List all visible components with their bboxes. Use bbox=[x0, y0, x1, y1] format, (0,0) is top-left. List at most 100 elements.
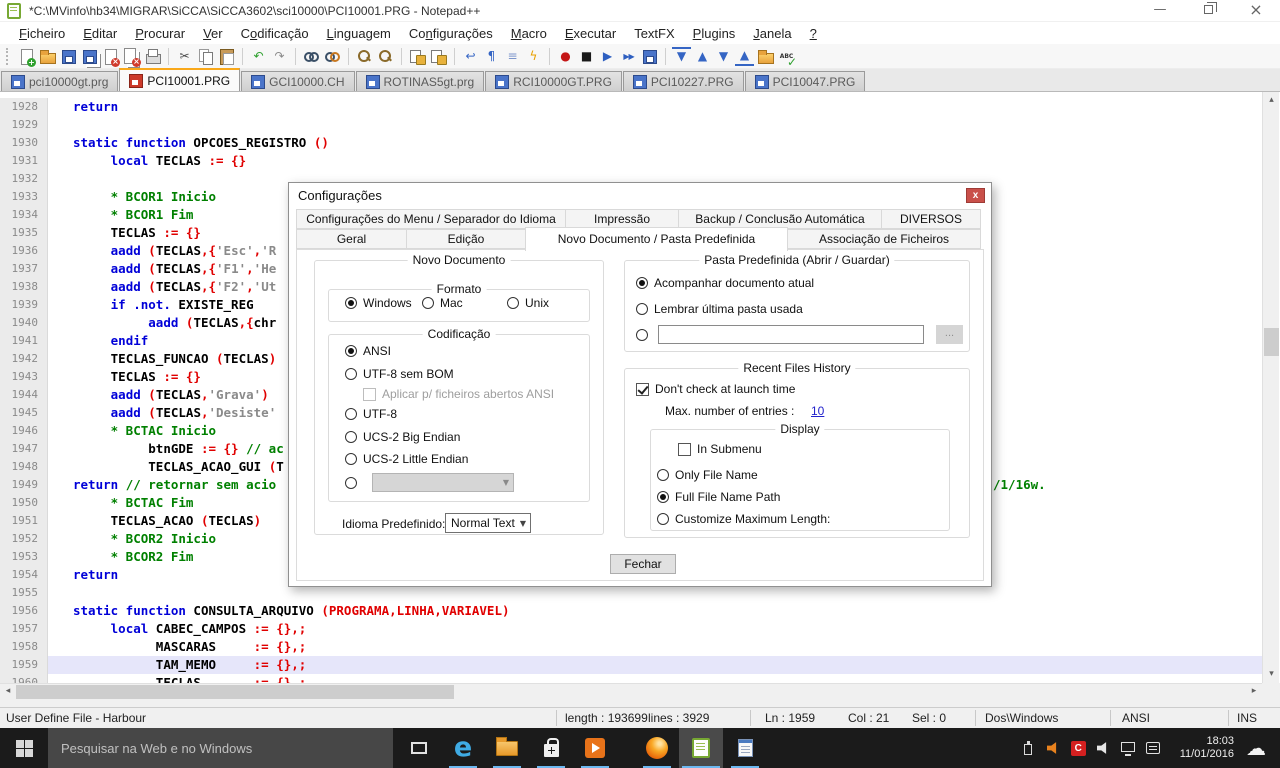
save-all-icon[interactable] bbox=[80, 47, 99, 66]
scroll-left-arrow-icon[interactable]: ◂ bbox=[0, 684, 16, 700]
vertical-scrollbar[interactable]: ▴ ▾ bbox=[1262, 92, 1279, 683]
macro-stop-icon[interactable]: ■ bbox=[577, 47, 596, 66]
horizontal-scrollbar[interactable]: ◂ ▸ bbox=[0, 683, 1262, 699]
notepad-taskbar-button[interactable] bbox=[723, 728, 767, 768]
radio-follow-current-document[interactable]: Acompanhar documento atual bbox=[636, 276, 814, 290]
zoom-out-icon[interactable] bbox=[376, 47, 395, 66]
file-tab-pci10227-prg[interactable]: PCI10227.PRG bbox=[623, 71, 744, 91]
radio-full-file-name-path[interactable]: Full File Name Path bbox=[657, 490, 780, 504]
radio-format-windows[interactable]: Windows bbox=[345, 296, 412, 310]
default-language-combobox[interactable]: Normal Text▼ bbox=[445, 513, 531, 533]
minimize-button[interactable]: — bbox=[1144, 0, 1176, 22]
function-completion-icon[interactable]: ϟ bbox=[524, 47, 543, 66]
onedrive-cloud-icon[interactable]: ☁ bbox=[1246, 736, 1266, 760]
taskbar-clock[interactable]: 18:03 11/01/2016 bbox=[1180, 735, 1234, 761]
show-all-characters-icon[interactable]: ¶ bbox=[482, 47, 501, 66]
file-tab-pci10000gt-prg[interactable]: pci10000gt.prg bbox=[1, 71, 118, 91]
radio-customize-maximum-length[interactable]: Customize Maximum Length: bbox=[657, 512, 830, 526]
notepad-plus-plus-taskbar-button[interactable] bbox=[679, 728, 723, 768]
menu-item-macro[interactable]: Macro bbox=[502, 24, 556, 43]
radio-format-mac[interactable]: Mac bbox=[422, 296, 463, 310]
folder-link-icon[interactable] bbox=[756, 47, 775, 66]
radio-format-unix[interactable]: Unix bbox=[507, 296, 549, 310]
file-tab-pci10001-prg[interactable]: PCI10001.PRG bbox=[119, 68, 240, 91]
radio-custom-folder[interactable] bbox=[636, 329, 648, 341]
custom-folder-input[interactable] bbox=[658, 325, 924, 344]
radio-encoding-other[interactable] bbox=[345, 477, 357, 489]
restore-button[interactable] bbox=[1192, 0, 1224, 22]
radio-encoding-ansi[interactable]: ANSI bbox=[345, 344, 391, 358]
paste-icon[interactable] bbox=[217, 47, 236, 66]
file-tab-pci10047-prg[interactable]: PCI10047.PRG bbox=[745, 71, 866, 91]
settings-tab-configura-es-do-menu-separador-do-idioma[interactable]: Configurações do Menu / Separador do Idi… bbox=[296, 209, 566, 229]
audio-app-tray-button[interactable] bbox=[1041, 728, 1066, 768]
browse-folder-button[interactable]: ... bbox=[936, 325, 963, 344]
sync-horizontal-icon[interactable] bbox=[429, 47, 448, 66]
radio-encoding-utf8[interactable]: UTF-8 bbox=[345, 407, 397, 421]
find-icon[interactable] bbox=[302, 47, 321, 66]
dialog-close-button[interactable]: x bbox=[966, 188, 985, 203]
settings-tab-impress-o[interactable]: Impressão bbox=[565, 209, 679, 229]
file-tab-rotinas5gt-prg[interactable]: ROTINAS5gt.prg bbox=[356, 71, 485, 91]
task-view-taskbar-button[interactable] bbox=[397, 728, 441, 768]
macro-record-icon[interactable]: ● bbox=[556, 47, 575, 66]
radio-encoding-ucs2-big-endian[interactable]: UCS-2 Big Endian bbox=[345, 430, 460, 444]
sync-vertical-icon[interactable] bbox=[408, 47, 427, 66]
file-tab-gci10000-ch[interactable]: GCI10000.CH bbox=[241, 71, 354, 91]
menu-item-editar[interactable]: Editar bbox=[74, 24, 126, 43]
settings-tab-associa-o-de-ficheiros[interactable]: Associação de Ficheiros bbox=[787, 229, 981, 249]
menu-item-janela[interactable]: Janela bbox=[744, 24, 800, 43]
scroll-up-arrow-icon[interactable]: ▴ bbox=[1263, 92, 1280, 109]
close-all-icon[interactable] bbox=[122, 47, 141, 66]
jump-top-icon[interactable]: ▼ bbox=[672, 47, 691, 66]
fechar-button[interactable]: Fechar bbox=[610, 554, 676, 574]
menu-item-executar[interactable]: Executar bbox=[556, 24, 625, 43]
menu-item-ficheiro[interactable]: Ficheiro bbox=[10, 24, 74, 43]
firefox-taskbar-button[interactable] bbox=[635, 728, 679, 768]
settings-tab-edi-o[interactable]: Edição bbox=[406, 229, 526, 249]
close-button[interactable]: × bbox=[1240, 0, 1272, 22]
settings-tab-backup-conclus-o-autom-tica[interactable]: Backup / Conclusão Automática bbox=[678, 209, 882, 229]
macro-save-icon[interactable] bbox=[640, 47, 659, 66]
scroll-right-arrow-icon[interactable]: ▸ bbox=[1246, 684, 1262, 700]
macro-play-icon[interactable]: ▶ bbox=[598, 47, 617, 66]
start-button[interactable] bbox=[0, 728, 48, 768]
open-file-icon[interactable] bbox=[38, 47, 57, 66]
undo-icon[interactable]: ↶ bbox=[249, 47, 268, 66]
action-center-tray-button[interactable] bbox=[1141, 728, 1166, 768]
checkbox-apply-open-ansi[interactable]: Aplicar p/ ficheiros abertos ANSI bbox=[363, 387, 554, 401]
close-icon[interactable] bbox=[101, 47, 120, 66]
cut-icon[interactable]: ✂ bbox=[175, 47, 194, 66]
menu-item-linguagem[interactable]: Linguagem bbox=[318, 24, 400, 43]
taskbar-search[interactable]: Pesquisar na Web e no Windows bbox=[48, 728, 393, 768]
word-wrap-icon[interactable]: ↩ bbox=[461, 47, 480, 66]
settings-tab-diversos[interactable]: DIVERSOS bbox=[881, 209, 981, 229]
antivirus-tray-button[interactable]: C bbox=[1066, 728, 1091, 768]
edge-taskbar-button[interactable]: e bbox=[441, 728, 485, 768]
file-explorer-taskbar-button[interactable] bbox=[485, 728, 529, 768]
settings-tab-novo-documento-pasta-predefinida[interactable]: Novo Documento / Pasta Predefinida bbox=[525, 227, 788, 251]
menu-item-configura-es[interactable]: Configurações bbox=[400, 24, 502, 43]
max-entries-value[interactable]: 10 bbox=[811, 404, 824, 418]
media-player-taskbar-button[interactable] bbox=[573, 728, 617, 768]
file-tab-rci10000gt-prg[interactable]: RCI10000GT.PRG bbox=[485, 71, 622, 91]
new-file-icon[interactable] bbox=[17, 47, 36, 66]
indent-guide-icon[interactable]: ≡ bbox=[503, 47, 522, 66]
scroll-down-arrow-icon[interactable]: ▾ bbox=[1263, 666, 1280, 683]
horizontal-scroll-thumb[interactable] bbox=[16, 685, 454, 699]
vertical-scroll-thumb[interactable] bbox=[1264, 328, 1279, 356]
network-tray-button[interactable] bbox=[1116, 728, 1141, 768]
redo-icon[interactable]: ↷ bbox=[270, 47, 289, 66]
radio-encoding-ucs2-little-endian[interactable]: UCS-2 Little Endian bbox=[345, 452, 468, 466]
move-down-icon[interactable]: ▼ bbox=[714, 47, 733, 66]
spell-check-icon[interactable]: ABC bbox=[777, 47, 796, 66]
usb-tray-button[interactable] bbox=[1016, 728, 1041, 768]
move-up-icon[interactable]: ▲ bbox=[693, 47, 712, 66]
jump-bottom-icon[interactable]: ▲ bbox=[735, 47, 754, 66]
menu-item-plugins[interactable]: Plugins bbox=[684, 24, 745, 43]
replace-icon[interactable] bbox=[323, 47, 342, 66]
store-taskbar-button[interactable] bbox=[529, 728, 573, 768]
save-icon[interactable] bbox=[59, 47, 78, 66]
menu-item-codifica-o[interactable]: Codificação bbox=[232, 24, 318, 43]
radio-remember-last-folder[interactable]: Lembrar última pasta usada bbox=[636, 302, 803, 316]
